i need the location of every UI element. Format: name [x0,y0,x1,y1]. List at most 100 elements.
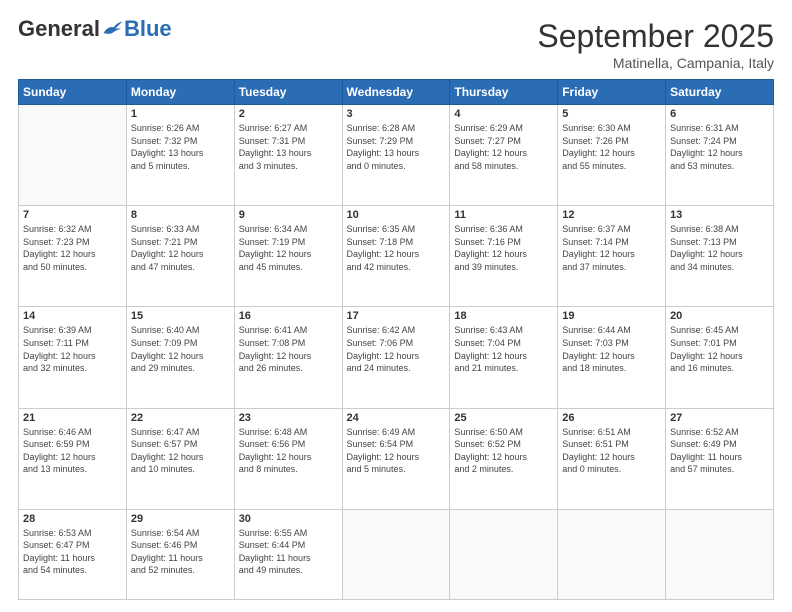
day-info: Sunrise: 6:55 AM Sunset: 6:44 PM Dayligh… [239,527,338,577]
calendar-cell: 7 Sunrise: 6:32 AM Sunset: 7:23 PM Daylig… [19,206,127,307]
day-number: 10 [347,209,446,221]
day-number: 23 [239,412,338,424]
calendar-cell: 25 Sunrise: 6:50 AM Sunset: 6:52 PM Dayli… [450,408,558,509]
calendar-cell: 12 Sunrise: 6:37 AM Sunset: 7:14 PM Dayli… [558,206,666,307]
header-tuesday: Tuesday [234,80,342,105]
calendar-cell: 29Sunrise: 6:54 AM Sunset: 6:46 PM Dayli… [126,509,234,599]
day-info: Sunrise: 6:33 AM Sunset: 7:21 PM Dayligh… [131,223,230,273]
calendar-cell: 27Sunrise: 6:52 AM Sunset: 6:49 PM Dayli… [666,408,774,509]
day-number: 20 [670,310,769,322]
calendar-cell: 1Sunrise: 6:26 AM Sunset: 7:32 PM Daylig… [126,105,234,206]
calendar-cell: 8 Sunrise: 6:33 AM Sunset: 7:21 PM Daylig… [126,206,234,307]
header-thursday: Thursday [450,80,558,105]
header-monday: Monday [126,80,234,105]
calendar-cell: 23 Sunrise: 6:48 AM Sunset: 6:56 PM Dayli… [234,408,342,509]
day-info: Sunrise: 6:27 AM Sunset: 7:31 PM Dayligh… [239,122,338,172]
day-number: 24 [347,412,446,424]
day-number: 3 [347,108,446,120]
day-number: 13 [670,209,769,221]
calendar-cell: 14 Sunrise: 6:39 AM Sunset: 7:11 PM Dayli… [19,307,127,408]
calendar-cell: 16 Sunrise: 6:41 AM Sunset: 7:08 PM Dayli… [234,307,342,408]
calendar-table: Sunday Monday Tuesday Wednesday Thursday… [18,79,774,600]
title-block: September 2025 Matinella, Campania, Ital… [537,18,774,71]
day-info: Sunrise: 6:39 AM Sunset: 7:11 PM Dayligh… [23,324,122,374]
header-sunday: Sunday [19,80,127,105]
day-number: 17 [347,310,446,322]
day-info: Sunrise: 6:31 AM Sunset: 7:24 PM Dayligh… [670,122,769,172]
header-saturday: Saturday [666,80,774,105]
calendar-cell [19,105,127,206]
day-info: Sunrise: 6:29 AM Sunset: 7:27 PM Dayligh… [454,122,553,172]
day-info: Sunrise: 6:28 AM Sunset: 7:29 PM Dayligh… [347,122,446,172]
day-number: 4 [454,108,553,120]
day-number: 6 [670,108,769,120]
day-number: 5 [562,108,661,120]
day-number: 11 [454,209,553,221]
calendar-cell: 5 Sunrise: 6:30 AM Sunset: 7:26 PM Daylig… [558,105,666,206]
day-info: Sunrise: 6:52 AM Sunset: 6:49 PM Dayligh… [670,426,769,476]
calendar-cell: 17 Sunrise: 6:42 AM Sunset: 7:06 PM Dayli… [342,307,450,408]
day-number: 25 [454,412,553,424]
calendar-cell: 4 Sunrise: 6:29 AM Sunset: 7:27 PM Daylig… [450,105,558,206]
day-info: Sunrise: 6:41 AM Sunset: 7:08 PM Dayligh… [239,324,338,374]
logo: General Blue [18,18,172,40]
header-wednesday: Wednesday [342,80,450,105]
day-number: 21 [23,412,122,424]
day-info: Sunrise: 6:51 AM Sunset: 6:51 PM Dayligh… [562,426,661,476]
day-info: Sunrise: 6:50 AM Sunset: 6:52 PM Dayligh… [454,426,553,476]
calendar-cell: 2 Sunrise: 6:27 AM Sunset: 7:31 PM Daylig… [234,105,342,206]
calendar-cell: 11 Sunrise: 6:36 AM Sunset: 7:16 PM Dayli… [450,206,558,307]
page: General Blue September 2025 Matinella, C… [0,0,792,612]
header: General Blue September 2025 Matinella, C… [18,18,774,71]
day-info: Sunrise: 6:45 AM Sunset: 7:01 PM Dayligh… [670,324,769,374]
calendar-cell: 6 Sunrise: 6:31 AM Sunset: 7:24 PM Daylig… [666,105,774,206]
calendar-header-row: Sunday Monday Tuesday Wednesday Thursday… [19,80,774,105]
day-number: 29 [131,513,230,525]
day-number: 19 [562,310,661,322]
calendar-cell: 9 Sunrise: 6:34 AM Sunset: 7:19 PM Daylig… [234,206,342,307]
day-number: 22 [131,412,230,424]
calendar-cell [558,509,666,599]
day-info: Sunrise: 6:37 AM Sunset: 7:14 PM Dayligh… [562,223,661,273]
day-number: 9 [239,209,338,221]
logo-blue-text: Blue [124,18,172,40]
day-number: 7 [23,209,122,221]
calendar-cell [450,509,558,599]
day-number: 16 [239,310,338,322]
day-info: Sunrise: 6:44 AM Sunset: 7:03 PM Dayligh… [562,324,661,374]
month-title: September 2025 [537,18,774,55]
calendar-cell: 20 Sunrise: 6:45 AM Sunset: 7:01 PM Dayli… [666,307,774,408]
calendar-cell: 21 Sunrise: 6:46 AM Sunset: 6:59 PM Dayli… [19,408,127,509]
calendar-cell: 24Sunrise: 6:49 AM Sunset: 6:54 PM Dayli… [342,408,450,509]
day-number: 8 [131,209,230,221]
day-number: 1 [131,108,230,120]
day-info: Sunrise: 6:40 AM Sunset: 7:09 PM Dayligh… [131,324,230,374]
day-info: Sunrise: 6:47 AM Sunset: 6:57 PM Dayligh… [131,426,230,476]
day-number: 15 [131,310,230,322]
logo-bird-icon [102,19,124,37]
calendar-cell: 10 Sunrise: 6:35 AM Sunset: 7:18 PM Dayli… [342,206,450,307]
day-info: Sunrise: 6:32 AM Sunset: 7:23 PM Dayligh… [23,223,122,273]
day-info: Sunrise: 6:48 AM Sunset: 6:56 PM Dayligh… [239,426,338,476]
calendar-cell: 3 Sunrise: 6:28 AM Sunset: 7:29 PM Daylig… [342,105,450,206]
day-number: 18 [454,310,553,322]
calendar-cell [666,509,774,599]
calendar-cell: 28Sunrise: 6:53 AM Sunset: 6:47 PM Dayli… [19,509,127,599]
location-subtitle: Matinella, Campania, Italy [537,55,774,71]
day-info: Sunrise: 6:35 AM Sunset: 7:18 PM Dayligh… [347,223,446,273]
day-number: 14 [23,310,122,322]
day-info: Sunrise: 6:36 AM Sunset: 7:16 PM Dayligh… [454,223,553,273]
header-friday: Friday [558,80,666,105]
calendar-cell: 18 Sunrise: 6:43 AM Sunset: 7:04 PM Dayli… [450,307,558,408]
day-number: 26 [562,412,661,424]
day-info: Sunrise: 6:42 AM Sunset: 7:06 PM Dayligh… [347,324,446,374]
day-info: Sunrise: 6:43 AM Sunset: 7:04 PM Dayligh… [454,324,553,374]
day-number: 2 [239,108,338,120]
day-number: 30 [239,513,338,525]
day-info: Sunrise: 6:30 AM Sunset: 7:26 PM Dayligh… [562,122,661,172]
day-info: Sunrise: 6:38 AM Sunset: 7:13 PM Dayligh… [670,223,769,273]
day-info: Sunrise: 6:34 AM Sunset: 7:19 PM Dayligh… [239,223,338,273]
day-info: Sunrise: 6:46 AM Sunset: 6:59 PM Dayligh… [23,426,122,476]
day-number: 12 [562,209,661,221]
calendar-cell: 26 Sunrise: 6:51 AM Sunset: 6:51 PM Dayli… [558,408,666,509]
